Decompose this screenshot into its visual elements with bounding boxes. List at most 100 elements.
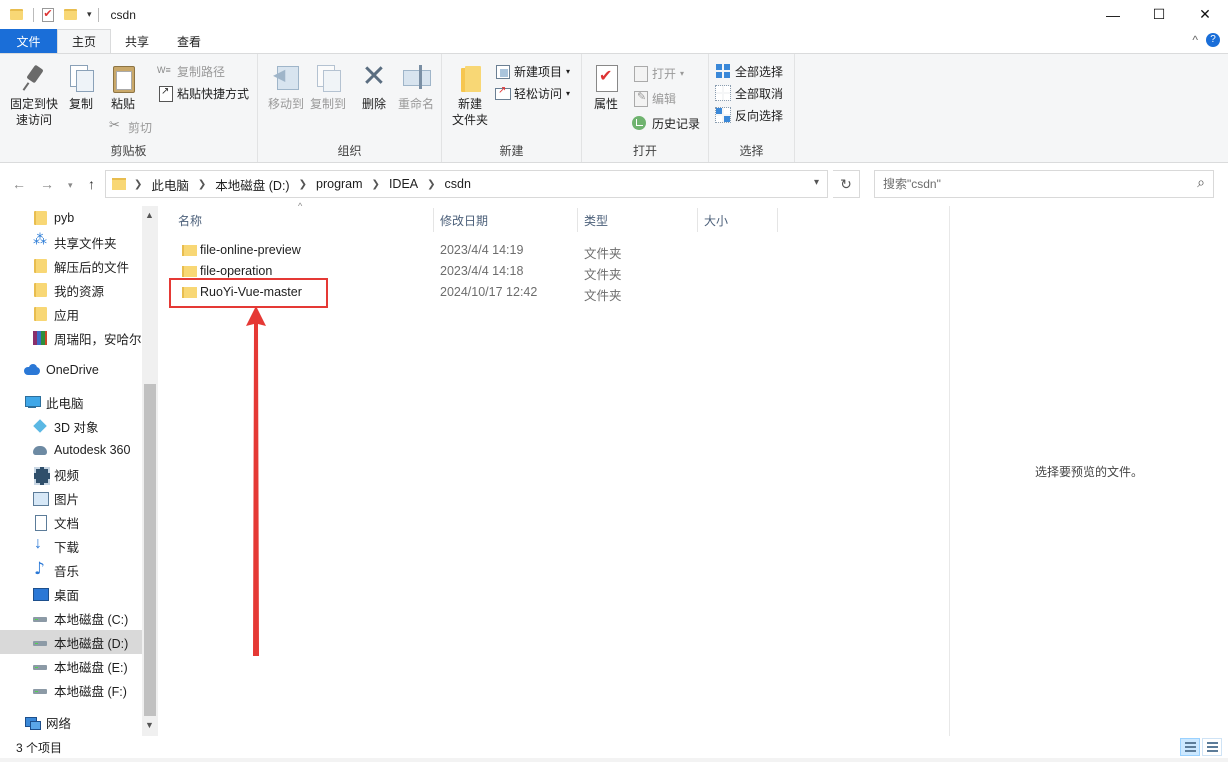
- sidebar-item[interactable]: 本地磁盘 (E:): [0, 654, 142, 678]
- sidebar-item[interactable]: 3D 对象: [0, 414, 142, 438]
- copy-to-label: 复制到: [309, 97, 346, 111]
- select-none-button[interactable]: 全部取消: [715, 84, 783, 102]
- column-divider[interactable]: [697, 208, 698, 232]
- up-arrow-icon[interactable]: ↑: [88, 176, 95, 192]
- chevron-down-icon: ▾: [566, 88, 571, 98]
- breadcrumb-this-pc[interactable]: 此电脑: [151, 175, 189, 194]
- help-icon[interactable]: ?: [1206, 33, 1220, 47]
- chevron-right-icon[interactable]: ❯: [427, 179, 435, 190]
- properties-button[interactable]: 属性: [582, 62, 630, 112]
- column-header-type[interactable]: 类型: [584, 206, 608, 234]
- paste-shortcut-button[interactable]: 粘贴快捷方式: [157, 84, 249, 102]
- chevron-right-icon[interactable]: ❯: [198, 179, 206, 190]
- scroll-up-arrow-icon[interactable]: ▲: [145, 210, 154, 220]
- sidebar-item[interactable]: OneDrive: [0, 358, 142, 382]
- sidebar-item[interactable]: 下载: [0, 534, 142, 558]
- column-divider[interactable]: [777, 208, 778, 232]
- copy-path-label: 复制路径: [177, 64, 226, 79]
- sidebar-item[interactable]: 视频: [0, 462, 142, 486]
- delete-button[interactable]: ✕ 删除: [350, 62, 398, 112]
- sidebar-item[interactable]: 文档: [0, 510, 142, 534]
- pin-label: 固定到快 速访问: [9, 97, 58, 127]
- scrollbar-thumb[interactable]: [144, 384, 156, 716]
- details-view-icon[interactable]: [1180, 738, 1200, 756]
- sidebar-item[interactable]: 解压后的文件: [0, 254, 142, 278]
- sidebar-item[interactable]: 本地磁盘 (C:): [0, 606, 142, 630]
- sidebar-item[interactable]: 应用: [0, 302, 142, 326]
- refresh-icon[interactable]: ↻: [833, 170, 860, 198]
- copy-to-button[interactable]: 复制到: [304, 62, 352, 112]
- tab-file[interactable]: 文件: [0, 29, 57, 53]
- large-icons-view-icon[interactable]: [1202, 738, 1222, 756]
- recent-locations-chevron-icon[interactable]: ▾: [68, 180, 73, 191]
- address-history-dropdown[interactable]: ▾: [814, 177, 819, 188]
- file-row[interactable]: file-online-preview 2023/4/4 14:19 文件夹: [168, 240, 778, 261]
- column-header-date[interactable]: 修改日期: [440, 206, 488, 234]
- search-input[interactable]: [875, 171, 1175, 197]
- rename-button[interactable]: 重命名: [392, 62, 440, 112]
- tab-home[interactable]: 主页: [57, 29, 112, 53]
- address-bar[interactable]: ❯ 此电脑 ❯ 本地磁盘 (D:) ❯ program ❯ IDEA ❯ csd…: [105, 170, 828, 198]
- new-group: 新建 文件夹 新建项目 ▾ 轻松访问 ▾ 新建: [442, 54, 582, 162]
- breadcrumb-idea[interactable]: IDEA: [389, 177, 418, 191]
- sidebar-item[interactable]: Autodesk 360: [0, 438, 142, 462]
- paste-button[interactable]: 粘贴: [99, 62, 147, 112]
- sidebar-item[interactable]: 周瑞阳，安哈尔: [0, 326, 142, 350]
- minimize-button[interactable]: —: [1090, 0, 1136, 29]
- sidebar-item-label: OneDrive: [46, 363, 99, 377]
- new-item-button[interactable]: 新建项目 ▾: [494, 62, 570, 80]
- scroll-down-arrow-icon[interactable]: ▼: [145, 720, 154, 730]
- breadcrumb-drive-d[interactable]: 本地磁盘 (D:): [215, 175, 289, 194]
- edit-button[interactable]: 编辑: [632, 89, 676, 107]
- navigation-pane-scrollbar[interactable]: ▲ ▼: [142, 206, 158, 736]
- cut-button[interactable]: 剪切: [108, 118, 152, 136]
- cut-label: 剪切: [128, 120, 153, 135]
- move-to-button[interactable]: 移动到: [262, 62, 310, 112]
- forward-arrow-icon[interactable]: →: [40, 176, 54, 192]
- column-header-name[interactable]: 名称: [178, 206, 202, 234]
- copy-button[interactable]: 复制: [57, 62, 105, 112]
- column-divider[interactable]: [577, 208, 578, 232]
- sidebar-item[interactable]: 桌面: [0, 582, 142, 606]
- chevron-right-icon[interactable]: ❯: [372, 179, 380, 190]
- chevron-right-icon[interactable]: ❯: [134, 179, 142, 190]
- select-all-button[interactable]: 全部选择: [715, 62, 783, 80]
- new-folder-qa-icon[interactable]: [64, 9, 77, 20]
- sidebar-item[interactable]: 图片: [0, 486, 142, 510]
- sidebar-item[interactable]: 网络: [0, 710, 142, 734]
- sidebar-item[interactable]: 本地磁盘 (F:): [0, 678, 142, 702]
- search-icon[interactable]: ⌕: [1197, 175, 1205, 191]
- customize-qa-dropdown[interactable]: ▾: [87, 9, 92, 20]
- sidebar-item[interactable]: 我的资源: [0, 278, 142, 302]
- close-button[interactable]: ✕: [1182, 0, 1228, 29]
- new-folder-button[interactable]: 新建 文件夹: [446, 62, 494, 128]
- chevron-right-icon[interactable]: ❯: [299, 179, 307, 190]
- sidebar-item[interactable]: 本地磁盘 (D:): [0, 630, 142, 654]
- copy-path-button[interactable]: 复制路径: [157, 62, 225, 80]
- breadcrumb-csdn[interactable]: csdn: [445, 177, 471, 191]
- tab-view[interactable]: 查看: [163, 29, 215, 53]
- rename-label: 重命名: [397, 97, 434, 111]
- delete-label: 删除: [361, 97, 386, 111]
- pin-to-quick-access-button[interactable]: 固定到快 速访问: [8, 62, 60, 128]
- folder-icon: [112, 178, 126, 190]
- properties-qa-icon[interactable]: ✔: [42, 7, 54, 22]
- file-type: 文件夹: [584, 268, 622, 282]
- open-button[interactable]: 打开 ▾: [632, 64, 684, 82]
- invert-selection-button[interactable]: 反向选择: [715, 106, 783, 124]
- sidebar-item[interactable]: pyb: [0, 206, 142, 230]
- back-arrow-icon[interactable]: ←: [12, 176, 26, 192]
- easy-access-button[interactable]: 轻松访问 ▾: [494, 84, 570, 102]
- column-divider[interactable]: [433, 208, 434, 232]
- column-header-size[interactable]: 大小: [704, 206, 728, 234]
- collapse-ribbon-icon[interactable]: ^: [1192, 33, 1198, 47]
- search-box[interactable]: ⌕: [874, 170, 1214, 198]
- tab-share[interactable]: 共享: [111, 29, 163, 53]
- divider: [33, 7, 34, 22]
- sidebar-item[interactable]: 共享文件夹: [0, 230, 142, 254]
- maximize-button[interactable]: ☐: [1136, 0, 1182, 29]
- breadcrumb-program[interactable]: program: [316, 177, 363, 191]
- sidebar-item[interactable]: 此电脑: [0, 390, 142, 414]
- sidebar-item[interactable]: 音乐: [0, 558, 142, 582]
- history-button[interactable]: 历史记录: [632, 114, 700, 132]
